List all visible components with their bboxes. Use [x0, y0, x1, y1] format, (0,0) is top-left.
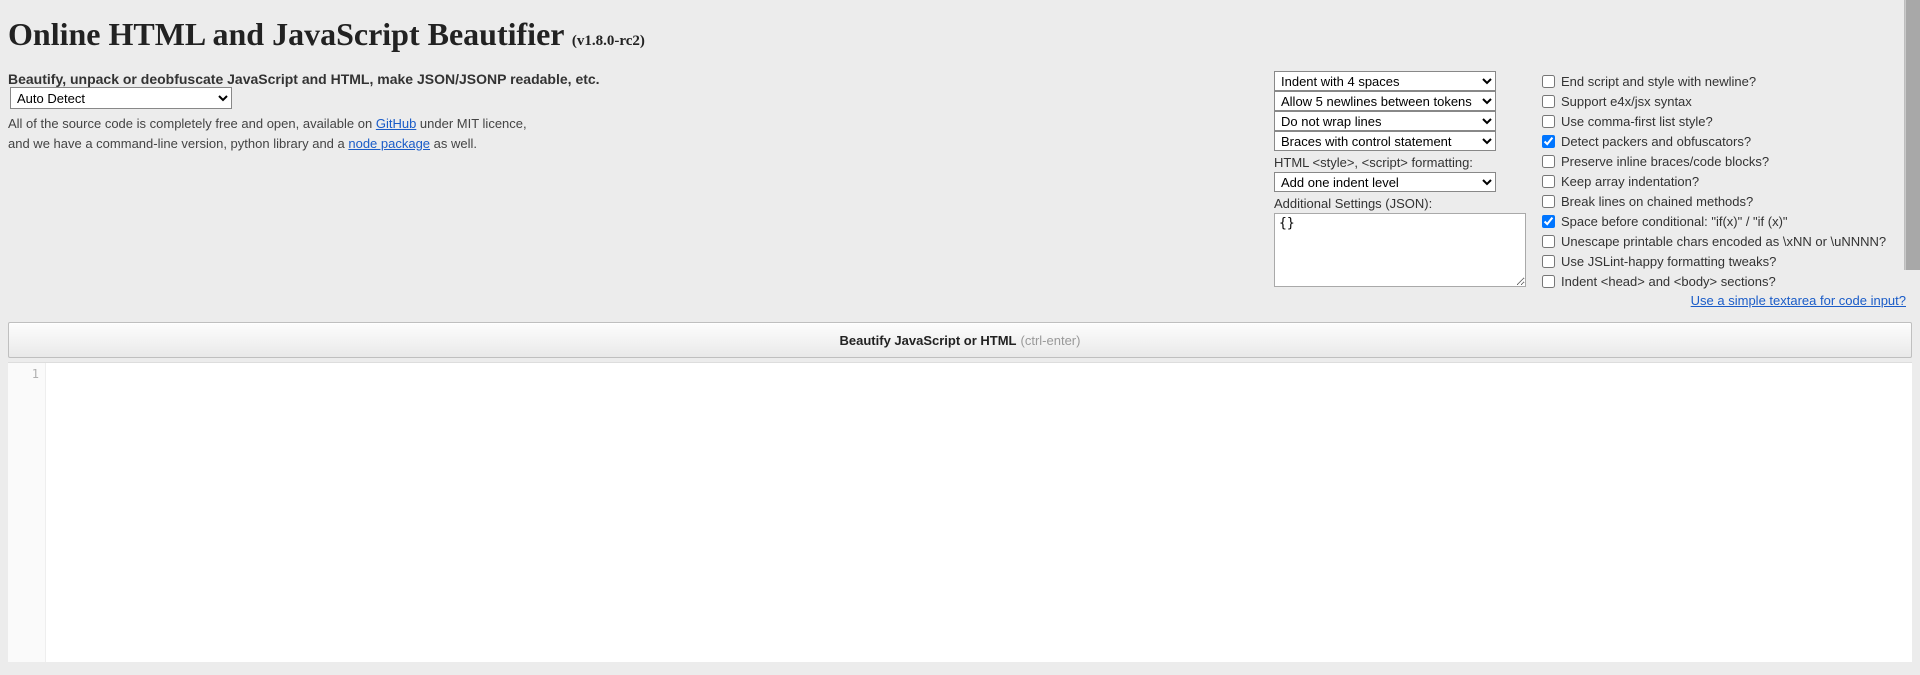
braces-select[interactable]: Braces with control statement — [1274, 131, 1496, 151]
intro-text: All of the source code is completely fre… — [8, 114, 608, 153]
intro-line2-post: as well. — [430, 136, 477, 151]
chk-label: Support e4x/jsx syntax — [1561, 94, 1692, 109]
chk-label: Use comma-first list style? — [1561, 114, 1713, 129]
chk-label: End script and style with newline? — [1561, 74, 1756, 89]
editor-gutter: 1 — [8, 363, 46, 662]
chk-space-conditional[interactable] — [1542, 215, 1555, 228]
github-link[interactable]: GitHub — [376, 116, 416, 131]
indent-select[interactable]: Indent with 4 spaces — [1274, 71, 1496, 91]
subtitle: Beautify, unpack or deobfuscate JavaScri… — [8, 71, 600, 87]
chk-keep-array-indent[interactable] — [1542, 175, 1555, 188]
chk-label: Unescape printable chars encoded as \xNN… — [1561, 234, 1886, 249]
style-format-label: HTML <style>, <script> formatting: — [1274, 155, 1526, 170]
chk-unescape[interactable] — [1542, 235, 1555, 248]
node-package-link[interactable]: node package — [348, 136, 430, 151]
code-area[interactable] — [46, 363, 1912, 662]
intro-line1-pre: All of the source code is completely fre… — [8, 116, 376, 131]
chk-preserve-inline[interactable] — [1542, 155, 1555, 168]
intro-line1-post: under MIT licence, — [416, 116, 526, 131]
gutter-line-number: 1 — [8, 367, 39, 381]
scrollbar-thumb[interactable] — [1906, 0, 1920, 270]
chk-label: Preserve inline braces/code blocks? — [1561, 154, 1769, 169]
chk-label: Indent <head> and <body> sections? — [1561, 274, 1776, 289]
style-format-select[interactable]: Add one indent level — [1274, 172, 1496, 192]
page-title: Online HTML and JavaScript Beautifier (v… — [8, 16, 1912, 53]
code-editor[interactable]: 1 — [8, 362, 1912, 662]
additional-settings-input[interactable] — [1274, 213, 1526, 287]
wrap-select[interactable]: Do not wrap lines — [1274, 111, 1496, 131]
chk-detect-packers[interactable] — [1542, 135, 1555, 148]
beautify-button[interactable]: Beautify JavaScript or HTML (ctrl-enter) — [8, 322, 1912, 358]
use-textarea-link[interactable]: Use a simple textarea for code input? — [1542, 293, 1906, 308]
checkbox-column: End script and style with newline? Suppo… — [1542, 71, 1912, 308]
intro-line2-pre: and we have a command-line version, pyth… — [8, 136, 348, 151]
chk-label: Space before conditional: "if(x)" / "if … — [1561, 214, 1788, 229]
version-text: (v1.8.0-rc2) — [572, 33, 645, 49]
chk-label: Detect packers and obfuscators? — [1561, 134, 1751, 149]
chk-break-chained[interactable] — [1542, 195, 1555, 208]
chk-jslint-happy[interactable] — [1542, 255, 1555, 268]
chk-indent-head-body[interactable] — [1542, 275, 1555, 288]
beautify-label: Beautify JavaScript or HTML — [840, 333, 1017, 348]
chk-comma-first[interactable] — [1542, 115, 1555, 128]
language-select[interactable]: Auto Detect — [10, 87, 232, 109]
title-text: Online HTML and JavaScript Beautifier — [8, 16, 564, 52]
chk-label: Use JSLint-happy formatting tweaks? — [1561, 254, 1776, 269]
newlines-select[interactable]: Allow 5 newlines between tokens — [1274, 91, 1496, 111]
chk-label: Break lines on chained methods? — [1561, 194, 1753, 209]
chk-e4x[interactable] — [1542, 95, 1555, 108]
chk-end-newline[interactable] — [1542, 75, 1555, 88]
additional-settings-label: Additional Settings (JSON): — [1274, 196, 1526, 211]
beautify-hint: (ctrl-enter) — [1021, 333, 1081, 348]
chk-label: Keep array indentation? — [1561, 174, 1699, 189]
scrollbar-vertical[interactable] — [1904, 0, 1920, 270]
